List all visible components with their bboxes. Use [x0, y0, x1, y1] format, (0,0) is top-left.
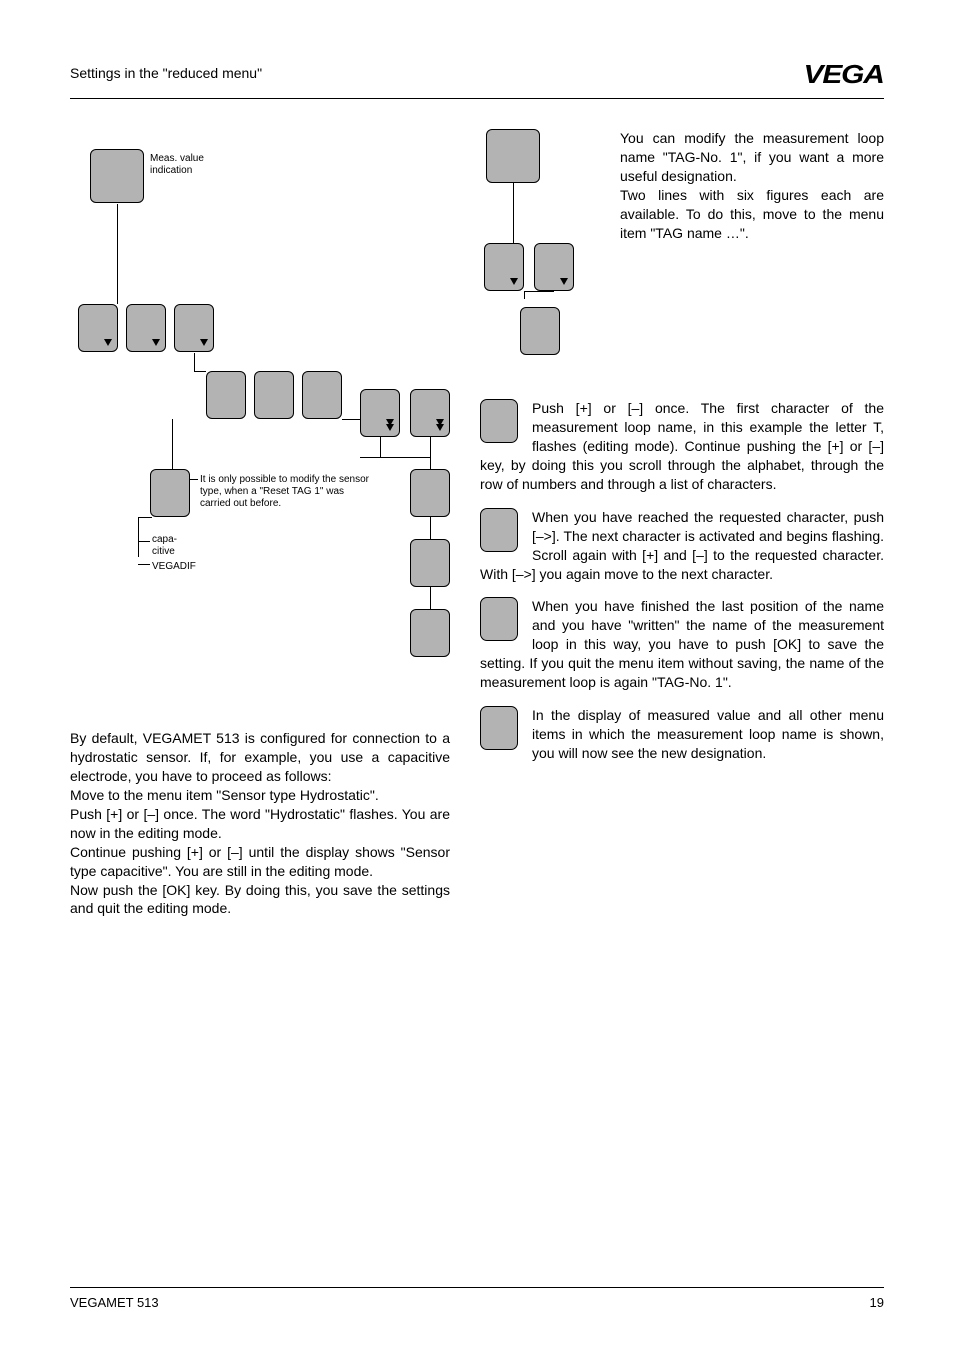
page-header: Settings in the "reduced menu" VEGA — [70, 56, 884, 99]
left-para-2: Move to the menu item "Sensor type Hydro… — [70, 786, 450, 805]
left-para-5: Now push the [OK] key. By doing this, yo… — [70, 881, 450, 919]
footer-product: VEGAMET 513 — [70, 1294, 159, 1312]
flow-node — [486, 129, 540, 183]
flow-node — [410, 609, 450, 657]
flow-node — [360, 389, 400, 437]
display-icon — [480, 399, 518, 443]
flow-node — [78, 304, 118, 352]
flow-node — [206, 371, 246, 419]
flow-node — [174, 304, 214, 352]
footer-page-number: 19 — [870, 1294, 884, 1312]
display-icon — [480, 597, 518, 641]
label-capacitive: capa- citive — [152, 534, 177, 558]
left-para-4: Continue pushing [+] or [–] until the di… — [70, 843, 450, 881]
left-flowchart: Meas. value indication — [70, 129, 450, 689]
flow-node — [150, 469, 190, 517]
step-4: In the display of measured value and all… — [480, 706, 884, 763]
step-2-text: When you have reached the requested char… — [480, 508, 884, 584]
right-intro: You can modify the measurement loop name… — [620, 129, 884, 242]
label-sensor-note: It is only possible to modify the sensor… — [200, 474, 370, 510]
flow-node — [520, 307, 560, 355]
flow-node — [534, 243, 574, 291]
flow-node — [484, 243, 524, 291]
right-flowchart — [480, 129, 600, 349]
label-vegadif: VEGADIF — [152, 561, 196, 573]
step-2: When you have reached the requested char… — [480, 508, 884, 584]
flow-node — [410, 469, 450, 517]
step-3-text: When you have finished the last position… — [480, 597, 884, 691]
page-footer: VEGAMET 513 19 — [70, 1287, 884, 1312]
step-1-text: Push [+] or [–] once. The first characte… — [480, 399, 884, 493]
left-para-1: By default, VEGAMET 513 is configured fo… — [70, 729, 450, 786]
step-1: Push [+] or [–] once. The first characte… — [480, 399, 884, 493]
step-3: When you have finished the last position… — [480, 597, 884, 691]
flow-node — [410, 539, 450, 587]
flow-node — [410, 389, 450, 437]
step-4-text: In the display of measured value and all… — [480, 706, 884, 763]
display-icon — [480, 508, 518, 552]
left-para-3: Push [+] or [–] once. The word "Hydrosta… — [70, 805, 450, 843]
vega-logo: VEGA — [804, 56, 884, 92]
flow-node — [254, 371, 294, 419]
header-title: Settings in the "reduced menu" — [70, 64, 262, 84]
flow-node-meas-value — [90, 149, 144, 203]
display-icon — [480, 706, 518, 750]
flow-node — [302, 371, 342, 419]
label-meas-value: Meas. value indication — [150, 153, 230, 177]
flow-node — [126, 304, 166, 352]
